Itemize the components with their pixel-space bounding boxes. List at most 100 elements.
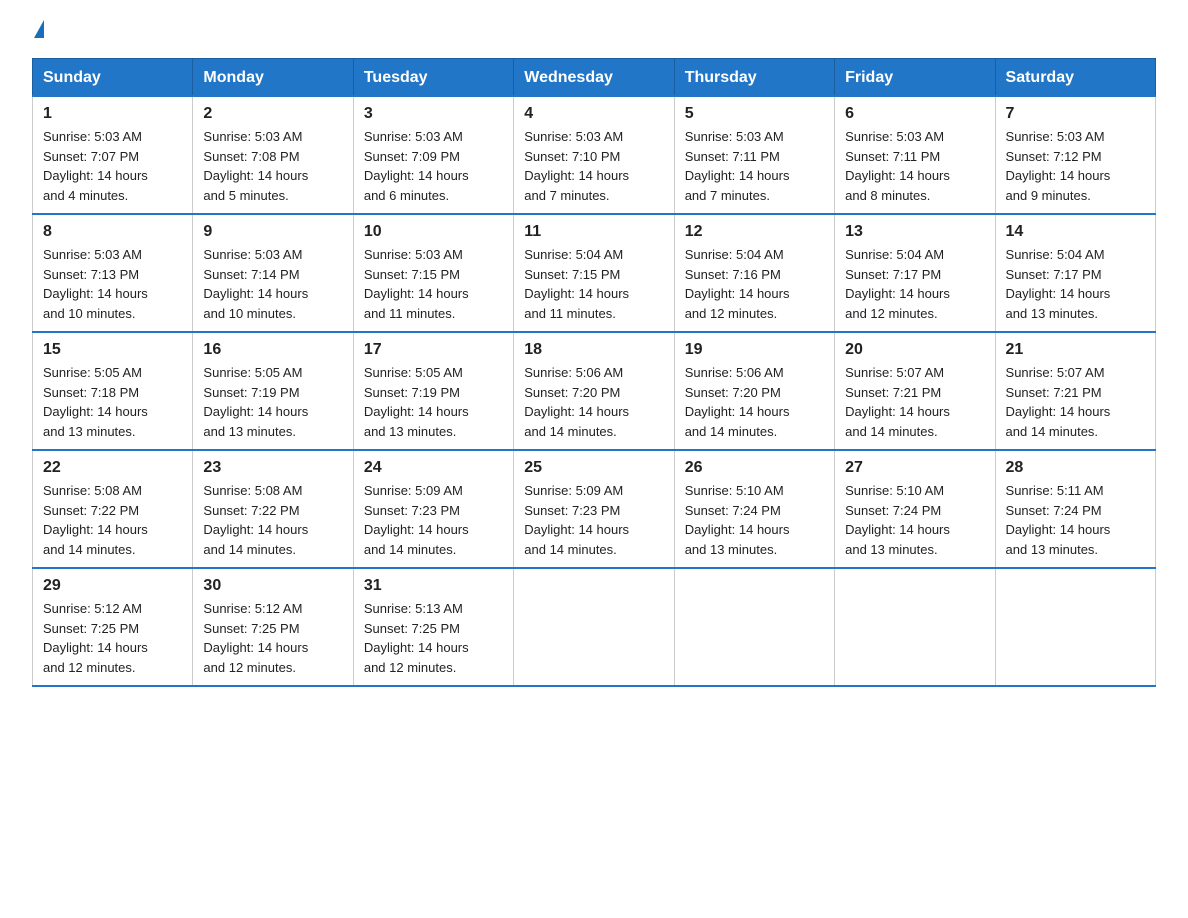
sunrise-label: Sunrise: 5:08 AM	[203, 483, 302, 498]
day-number: 7	[1006, 105, 1145, 123]
calendar-cell: 27 Sunrise: 5:10 AM Sunset: 7:24 PM Dayl…	[835, 450, 995, 568]
day-info: Sunrise: 5:10 AM Sunset: 7:24 PM Dayligh…	[845, 481, 984, 559]
calendar-cell: 4 Sunrise: 5:03 AM Sunset: 7:10 PM Dayli…	[514, 96, 674, 214]
daylight-minutes: and 10 minutes.	[43, 306, 136, 321]
calendar-cell: 8 Sunrise: 5:03 AM Sunset: 7:13 PM Dayli…	[33, 214, 193, 332]
sunset-label: Sunset: 7:18 PM	[43, 385, 139, 400]
calendar-cell: 19 Sunrise: 5:06 AM Sunset: 7:20 PM Dayl…	[674, 332, 834, 450]
sunset-label: Sunset: 7:23 PM	[364, 503, 460, 518]
sunset-label: Sunset: 7:17 PM	[845, 267, 941, 282]
day-info: Sunrise: 5:03 AM Sunset: 7:09 PM Dayligh…	[364, 127, 503, 205]
daylight-label: Daylight: 14 hours	[364, 168, 469, 183]
daylight-label: Daylight: 14 hours	[364, 286, 469, 301]
sunset-label: Sunset: 7:20 PM	[685, 385, 781, 400]
sunrise-label: Sunrise: 5:05 AM	[43, 365, 142, 380]
daylight-label: Daylight: 14 hours	[203, 286, 308, 301]
sunrise-label: Sunrise: 5:10 AM	[845, 483, 944, 498]
calendar-cell: 3 Sunrise: 5:03 AM Sunset: 7:09 PM Dayli…	[353, 96, 513, 214]
daylight-label: Daylight: 14 hours	[1006, 404, 1111, 419]
day-number: 30	[203, 577, 342, 595]
day-info: Sunrise: 5:05 AM Sunset: 7:19 PM Dayligh…	[364, 363, 503, 441]
day-number: 18	[524, 341, 663, 359]
day-number: 9	[203, 223, 342, 241]
sunset-label: Sunset: 7:25 PM	[364, 621, 460, 636]
sunset-label: Sunset: 7:09 PM	[364, 149, 460, 164]
day-info: Sunrise: 5:10 AM Sunset: 7:24 PM Dayligh…	[685, 481, 824, 559]
dow-header-wednesday: Wednesday	[514, 59, 674, 97]
day-number: 10	[364, 223, 503, 241]
day-number: 20	[845, 341, 984, 359]
day-info: Sunrise: 5:11 AM Sunset: 7:24 PM Dayligh…	[1006, 481, 1145, 559]
day-number: 2	[203, 105, 342, 123]
calendar-cell: 29 Sunrise: 5:12 AM Sunset: 7:25 PM Dayl…	[33, 568, 193, 686]
daylight-minutes: and 14 minutes.	[43, 542, 136, 557]
daylight-label: Daylight: 14 hours	[203, 168, 308, 183]
daylight-minutes: and 14 minutes.	[845, 424, 938, 439]
sunrise-label: Sunrise: 5:03 AM	[43, 247, 142, 262]
calendar-cell: 9 Sunrise: 5:03 AM Sunset: 7:14 PM Dayli…	[193, 214, 353, 332]
sunrise-label: Sunrise: 5:13 AM	[364, 601, 463, 616]
sunset-label: Sunset: 7:19 PM	[203, 385, 299, 400]
day-info: Sunrise: 5:06 AM Sunset: 7:20 PM Dayligh…	[524, 363, 663, 441]
day-info: Sunrise: 5:04 AM Sunset: 7:16 PM Dayligh…	[685, 245, 824, 323]
day-number: 21	[1006, 341, 1145, 359]
day-number: 4	[524, 105, 663, 123]
calendar-cell: 28 Sunrise: 5:11 AM Sunset: 7:24 PM Dayl…	[995, 450, 1155, 568]
sunrise-label: Sunrise: 5:08 AM	[43, 483, 142, 498]
sunrise-label: Sunrise: 5:05 AM	[364, 365, 463, 380]
sunset-label: Sunset: 7:13 PM	[43, 267, 139, 282]
day-info: Sunrise: 5:09 AM Sunset: 7:23 PM Dayligh…	[364, 481, 503, 559]
dow-header-saturday: Saturday	[995, 59, 1155, 97]
sunrise-label: Sunrise: 5:04 AM	[524, 247, 623, 262]
daylight-label: Daylight: 14 hours	[203, 522, 308, 537]
daylight-minutes: and 4 minutes.	[43, 188, 128, 203]
sunset-label: Sunset: 7:24 PM	[685, 503, 781, 518]
daylight-minutes: and 12 minutes.	[845, 306, 938, 321]
calendar-cell: 21 Sunrise: 5:07 AM Sunset: 7:21 PM Dayl…	[995, 332, 1155, 450]
day-number: 19	[685, 341, 824, 359]
day-info: Sunrise: 5:03 AM Sunset: 7:08 PM Dayligh…	[203, 127, 342, 205]
day-info: Sunrise: 5:04 AM Sunset: 7:15 PM Dayligh…	[524, 245, 663, 323]
logo	[32, 24, 44, 42]
sunset-label: Sunset: 7:17 PM	[1006, 267, 1102, 282]
sunrise-label: Sunrise: 5:09 AM	[364, 483, 463, 498]
sunset-label: Sunset: 7:08 PM	[203, 149, 299, 164]
day-info: Sunrise: 5:13 AM Sunset: 7:25 PM Dayligh…	[364, 599, 503, 677]
calendar-cell: 23 Sunrise: 5:08 AM Sunset: 7:22 PM Dayl…	[193, 450, 353, 568]
calendar-cell: 22 Sunrise: 5:08 AM Sunset: 7:22 PM Dayl…	[33, 450, 193, 568]
calendar-cell: 24 Sunrise: 5:09 AM Sunset: 7:23 PM Dayl…	[353, 450, 513, 568]
day-info: Sunrise: 5:04 AM Sunset: 7:17 PM Dayligh…	[845, 245, 984, 323]
calendar-cell: 12 Sunrise: 5:04 AM Sunset: 7:16 PM Dayl…	[674, 214, 834, 332]
daylight-label: Daylight: 14 hours	[43, 522, 148, 537]
calendar-cell: 13 Sunrise: 5:04 AM Sunset: 7:17 PM Dayl…	[835, 214, 995, 332]
sunrise-label: Sunrise: 5:10 AM	[685, 483, 784, 498]
daylight-label: Daylight: 14 hours	[524, 522, 629, 537]
daylight-label: Daylight: 14 hours	[845, 404, 950, 419]
daylight-minutes: and 13 minutes.	[685, 542, 778, 557]
calendar-cell: 7 Sunrise: 5:03 AM Sunset: 7:12 PM Dayli…	[995, 96, 1155, 214]
sunset-label: Sunset: 7:12 PM	[1006, 149, 1102, 164]
daylight-minutes: and 9 minutes.	[1006, 188, 1091, 203]
sunset-label: Sunset: 7:20 PM	[524, 385, 620, 400]
dow-header-thursday: Thursday	[674, 59, 834, 97]
calendar-week-5: 29 Sunrise: 5:12 AM Sunset: 7:25 PM Dayl…	[33, 568, 1156, 686]
daylight-minutes: and 13 minutes.	[845, 542, 938, 557]
sunrise-label: Sunrise: 5:03 AM	[845, 129, 944, 144]
calendar-week-4: 22 Sunrise: 5:08 AM Sunset: 7:22 PM Dayl…	[33, 450, 1156, 568]
daylight-minutes: and 7 minutes.	[685, 188, 770, 203]
sunrise-label: Sunrise: 5:05 AM	[203, 365, 302, 380]
day-number: 15	[43, 341, 182, 359]
sunrise-label: Sunrise: 5:06 AM	[685, 365, 784, 380]
day-info: Sunrise: 5:03 AM Sunset: 7:11 PM Dayligh…	[845, 127, 984, 205]
sunset-label: Sunset: 7:19 PM	[364, 385, 460, 400]
sunset-label: Sunset: 7:24 PM	[1006, 503, 1102, 518]
calendar-cell: 26 Sunrise: 5:10 AM Sunset: 7:24 PM Dayl…	[674, 450, 834, 568]
daylight-label: Daylight: 14 hours	[685, 168, 790, 183]
calendar-cell: 18 Sunrise: 5:06 AM Sunset: 7:20 PM Dayl…	[514, 332, 674, 450]
day-info: Sunrise: 5:07 AM Sunset: 7:21 PM Dayligh…	[845, 363, 984, 441]
daylight-label: Daylight: 14 hours	[845, 168, 950, 183]
daylight-label: Daylight: 14 hours	[685, 522, 790, 537]
calendar-table: SundayMondayTuesdayWednesdayThursdayFrid…	[32, 58, 1156, 687]
sunset-label: Sunset: 7:16 PM	[685, 267, 781, 282]
sunset-label: Sunset: 7:15 PM	[524, 267, 620, 282]
